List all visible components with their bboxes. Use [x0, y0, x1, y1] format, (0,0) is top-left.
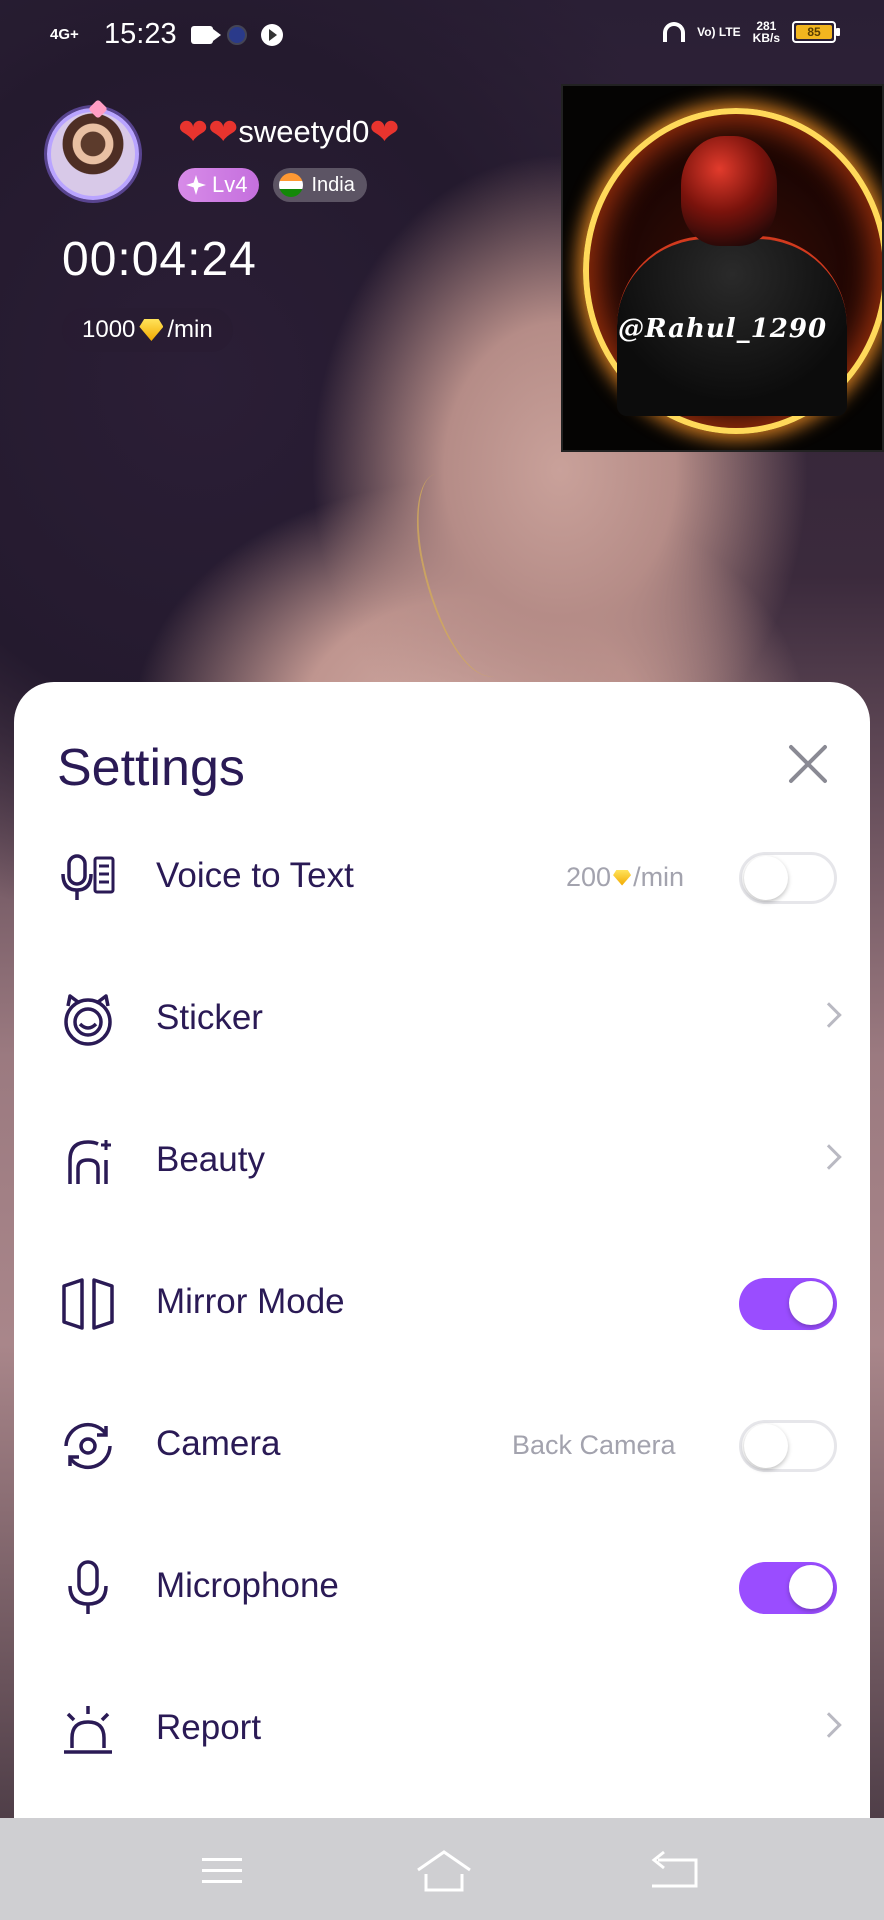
battery-level: 85	[796, 25, 832, 39]
voice-to-text-price-unit: /min	[633, 862, 685, 892]
video-call-icon	[190, 25, 221, 44]
battery-icon: 85	[792, 21, 840, 43]
alarm-icon	[64, 1706, 112, 1754]
level-text: Lv4	[212, 172, 248, 197]
diamond-icon	[139, 319, 164, 341]
mic-text-icon	[61, 854, 115, 900]
setting-beauty[interactable]: Beauty	[14, 1090, 870, 1232]
setting-report[interactable]: Report	[14, 1658, 870, 1800]
camera-switch-icon	[64, 1422, 112, 1470]
caller-badges: Lv4 India	[178, 168, 367, 202]
caller-name: ❤ ❤ sweetyd0 ❤	[178, 114, 399, 150]
setting-label: Mirror Mode	[156, 1282, 345, 1321]
setting-label: Report	[156, 1708, 262, 1747]
notification-app-icon	[226, 24, 247, 45]
status-bar: 4G+ 15:23 Vo) LTE 281 KB/s 85	[0, 0, 884, 70]
mirror-icon	[62, 1278, 114, 1330]
setting-mirror-mode[interactable]: Mirror Mode	[14, 1232, 870, 1374]
microphone-toggle[interactable]	[739, 1562, 837, 1614]
network-speed: 281 KB/s	[753, 20, 780, 44]
toggle-knob	[744, 1424, 788, 1468]
back-icon[interactable]	[644, 1846, 704, 1896]
chevron-right-icon	[816, 1002, 842, 1028]
setting-camera[interactable]: Camera Back Camera	[14, 1374, 870, 1516]
face-sticker-icon	[64, 994, 112, 1046]
camera-hint: Back Camera	[512, 1430, 676, 1460]
caller-avatar[interactable]	[47, 99, 139, 200]
setting-microphone[interactable]: Microphone	[14, 1516, 870, 1658]
call-rate-unit: /min	[167, 316, 213, 343]
menu-icon[interactable]	[192, 1846, 252, 1896]
figure-head-graphic	[681, 136, 777, 246]
setting-voice-to-text[interactable]: Voice to Text 200 /min	[14, 806, 870, 948]
setting-label: Sticker	[156, 998, 263, 1037]
volte-indicator: Vo) LTE	[697, 25, 741, 39]
close-icon[interactable]	[784, 738, 832, 786]
caller-name-text: sweetyd0	[238, 114, 370, 149]
settings-title: Settings	[57, 739, 245, 797]
country-text: India	[311, 173, 355, 196]
mirror-mode-toggle[interactable]	[739, 1278, 837, 1330]
voice-to-text-price: 200 /min	[566, 862, 684, 893]
setting-sticker[interactable]: Sticker	[14, 948, 870, 1090]
chevron-right-icon	[816, 1712, 842, 1738]
heart-icon: ❤	[178, 111, 209, 152]
setting-label: Camera	[156, 1424, 281, 1463]
setting-label: Microphone	[156, 1566, 339, 1605]
camera-toggle[interactable]	[739, 1420, 837, 1472]
heart-icon: ❤	[208, 111, 239, 152]
heart-icon: ❤	[369, 111, 400, 152]
setting-label: Beauty	[156, 1140, 265, 1179]
voice-to-text-toggle[interactable]	[739, 852, 837, 904]
india-flag-icon	[279, 173, 304, 197]
remote-video-detail	[404, 463, 526, 687]
country-badge: India	[273, 168, 367, 202]
setting-label: Voice to Text	[156, 856, 354, 895]
system-nav-bar	[0, 1818, 884, 1920]
toggle-knob	[789, 1565, 833, 1609]
settings-sheet: Settings Voice to Text 200 /min Sticker	[14, 682, 870, 1822]
diamond-icon	[613, 869, 632, 886]
home-icon[interactable]	[414, 1846, 474, 1896]
voice-to-text-price-amount: 200	[566, 862, 612, 892]
level-badge: Lv4	[178, 168, 260, 202]
call-duration: 00:04:24	[62, 233, 257, 286]
call-rate-amount: 1000	[82, 316, 136, 343]
network-indicator: 4G+	[50, 25, 79, 43]
play-notification-icon	[260, 23, 283, 46]
toggle-knob	[789, 1281, 833, 1325]
call-rate: 1000 /min	[62, 308, 233, 352]
clock: 15:23	[104, 18, 177, 50]
headphones-icon	[663, 22, 686, 42]
network-speed-unit: KB/s	[752, 31, 780, 45]
self-video-preview[interactable]: @Rahul_1290	[561, 84, 884, 452]
sparkle-icon	[186, 175, 206, 195]
microphone-icon	[68, 1560, 108, 1614]
chevron-right-icon	[816, 1144, 842, 1170]
toggle-knob	[744, 856, 788, 900]
self-watermark: @Rahul_1290	[617, 314, 828, 344]
beauty-icon	[68, 1140, 111, 1184]
